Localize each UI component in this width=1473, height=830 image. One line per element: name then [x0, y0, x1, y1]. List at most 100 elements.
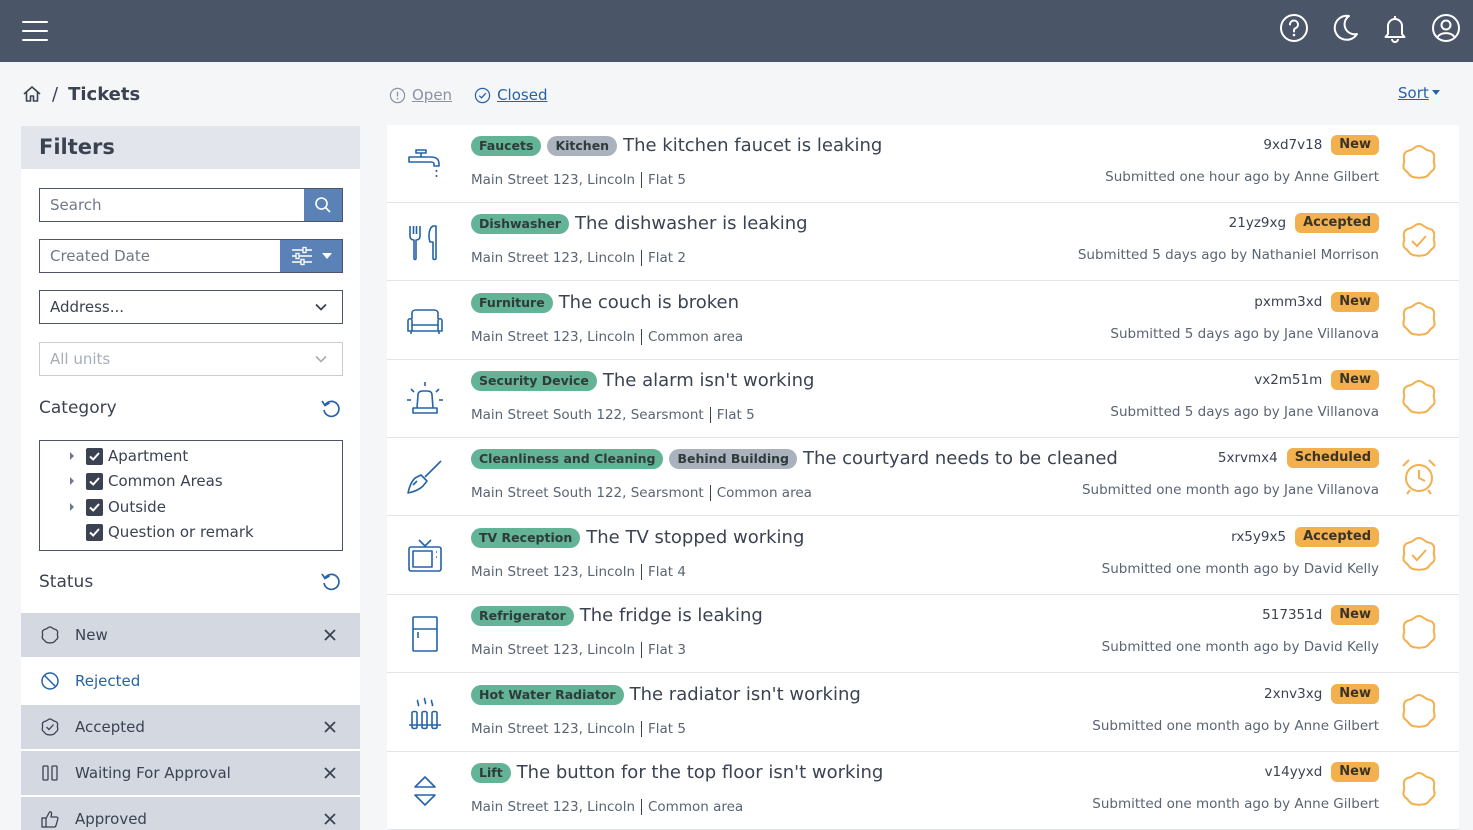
ticket-row[interactable]: Cleanliness and Cleaning Behind Building… [387, 438, 1459, 516]
ticket-row[interactable]: Refrigerator The fridge is leaking Main … [387, 595, 1459, 673]
ticket-unit: Flat 5 [716, 407, 755, 423]
ticket-address: Main Street 123, Lincoln Common area [471, 329, 743, 345]
ticket-title[interactable]: The couch is broken [559, 292, 739, 313]
category-tag: Lift [471, 762, 511, 783]
ticket-row[interactable]: Hot Water Radiator The radiator isn't wo… [387, 674, 1459, 752]
ticket-heading: Refrigerator The fridge is leaking [471, 605, 763, 626]
help-icon[interactable] [1279, 13, 1309, 43]
date-filter-button[interactable] [280, 240, 342, 272]
cloud-new-icon [1402, 301, 1436, 337]
status-badge: New [1331, 370, 1379, 390]
ticket-meta: pxmm3xd New [1254, 292, 1379, 312]
reset-status-icon[interactable] [320, 570, 342, 592]
status-badge: New [1331, 762, 1379, 782]
ticket-meta: v14yyxd New [1265, 762, 1379, 782]
ticket-title[interactable]: The button for the top floor isn't worki… [517, 762, 884, 783]
ticket-code: rx5y9x5 [1231, 529, 1287, 545]
close-icon[interactable] [323, 628, 337, 642]
couch-icon [407, 309, 443, 334]
close-icon[interactable] [323, 812, 337, 826]
reset-category-icon[interactable] [320, 397, 342, 419]
search-input[interactable]: Search [40, 196, 304, 214]
units-select[interactable]: All units [39, 342, 343, 376]
ticket-title[interactable]: The kitchen faucet is leaking [623, 135, 882, 156]
status-badge: New [1331, 135, 1379, 155]
fridge-icon [412, 616, 438, 652]
ticket-row[interactable]: Security Device The alarm isn't working … [387, 360, 1459, 438]
ticket-address: Main Street South 122, Searsmont Common a… [471, 485, 812, 501]
search-button[interactable] [304, 189, 342, 221]
lift-arrows-icon [414, 776, 436, 806]
alarm-siren-icon [407, 382, 443, 414]
ticket-title[interactable]: The TV stopped working [586, 527, 804, 548]
category-label: Apartment [108, 447, 189, 465]
ticket-title[interactable]: The dishwasher is leaking [575, 213, 808, 234]
ticket-address: Main Street 123, Lincoln Flat 5 [471, 172, 686, 188]
category-tag: Refrigerator [471, 605, 574, 626]
category-tag: Hot Water Radiator [471, 684, 624, 705]
tab-closed[interactable]: Closed [474, 86, 547, 104]
created-date-field[interactable]: Created Date [39, 239, 343, 273]
notifications-bell-icon[interactable] [1380, 13, 1410, 43]
ticket-title[interactable]: The radiator isn't working [630, 684, 861, 705]
ticket-title[interactable]: The courtyard needs to be cleaned [803, 448, 1118, 469]
dark-mode-moon-icon[interactable] [1330, 13, 1360, 43]
broom-icon [407, 460, 442, 494]
ticket-row[interactable]: Lift The button for the top floor isn't … [387, 752, 1459, 830]
hamburger-menu-icon[interactable] [20, 16, 50, 46]
status-filter-waiting[interactable]: Waiting For Approval [21, 751, 360, 795]
chevron-down-icon [315, 355, 327, 363]
sort-dropdown[interactable]: Sort [1398, 84, 1440, 102]
thumbs-up-icon [41, 811, 59, 828]
expand-arrow-icon[interactable] [70, 477, 74, 485]
search-field[interactable]: Search [39, 188, 343, 222]
status-badge: Scheduled [1286, 448, 1379, 468]
faucet-icon [408, 149, 440, 177]
status-filter-new[interactable]: New [21, 613, 360, 657]
checkbox[interactable] [86, 472, 103, 490]
home-icon[interactable] [22, 84, 42, 104]
ticket-title[interactable]: The alarm isn't working [603, 370, 815, 391]
tv-icon [408, 539, 442, 572]
ticket-heading: Hot Water Radiator The radiator isn't wo… [471, 684, 861, 705]
address-select[interactable]: Address... [39, 290, 343, 324]
expand-arrow-icon[interactable] [70, 452, 74, 460]
page-title: Tickets [68, 83, 141, 105]
status-filter-approved[interactable]: Approved [21, 797, 360, 830]
ticket-address: Main Street 123, Lincoln Flat 4 [471, 564, 686, 580]
ticket-row[interactable]: Faucets Kitchen The kitchen faucet is le… [387, 125, 1459, 203]
tab-open[interactable]: Open [389, 86, 452, 104]
checkbox[interactable] [86, 498, 103, 516]
accepted-check-icon [1402, 536, 1436, 572]
close-icon[interactable] [323, 766, 337, 780]
ticket-heading: Lift The button for the top floor isn't … [471, 762, 883, 783]
ticket-submitted: Submitted 5 days ago by Nathaniel Morris… [1077, 247, 1379, 263]
category-tag: Dishwasher [471, 213, 569, 234]
checkbox[interactable] [86, 523, 103, 541]
expand-arrow-icon[interactable] [70, 503, 74, 511]
status-label: Accepted [75, 718, 145, 736]
sliders-icon [292, 246, 312, 266]
ticket-heading: Cleanliness and Cleaning Behind Building… [471, 448, 1118, 469]
ticket-address: Main Street South 122, Searsmont Flat 5 [471, 407, 755, 423]
checkbox[interactable] [86, 447, 103, 465]
ticket-row[interactable]: Dishwasher The dishwasher is leaking Mai… [387, 203, 1459, 281]
ticket-street: Main Street South 122, Searsmont [471, 407, 704, 423]
status-filter-accepted[interactable]: Accepted [21, 705, 360, 749]
status-badge: New [1331, 605, 1379, 625]
status-title: Status [39, 572, 94, 592]
status-label: New [75, 626, 108, 644]
status-label: Rejected [75, 672, 141, 690]
account-user-icon[interactable] [1431, 13, 1461, 43]
ticket-row[interactable]: TV Reception The TV stopped working Main… [387, 517, 1459, 595]
ticket-title[interactable]: The fridge is leaking [580, 605, 763, 626]
category-tag: Faucets [471, 135, 542, 156]
ticket-code: v14yyxd [1264, 764, 1323, 780]
status-filter-rejected[interactable]: Rejected [21, 659, 360, 703]
ticket-street: Main Street South 122, Searsmont [471, 485, 704, 501]
address-select-value: Address... [50, 298, 125, 316]
created-date-input[interactable]: Created Date [40, 247, 280, 265]
ticket-submitted: Submitted one hour ago by Anne Gilbert [1105, 169, 1379, 185]
close-icon[interactable] [323, 720, 337, 734]
ticket-row[interactable]: Furniture The couch is broken Main Stree… [387, 282, 1459, 360]
